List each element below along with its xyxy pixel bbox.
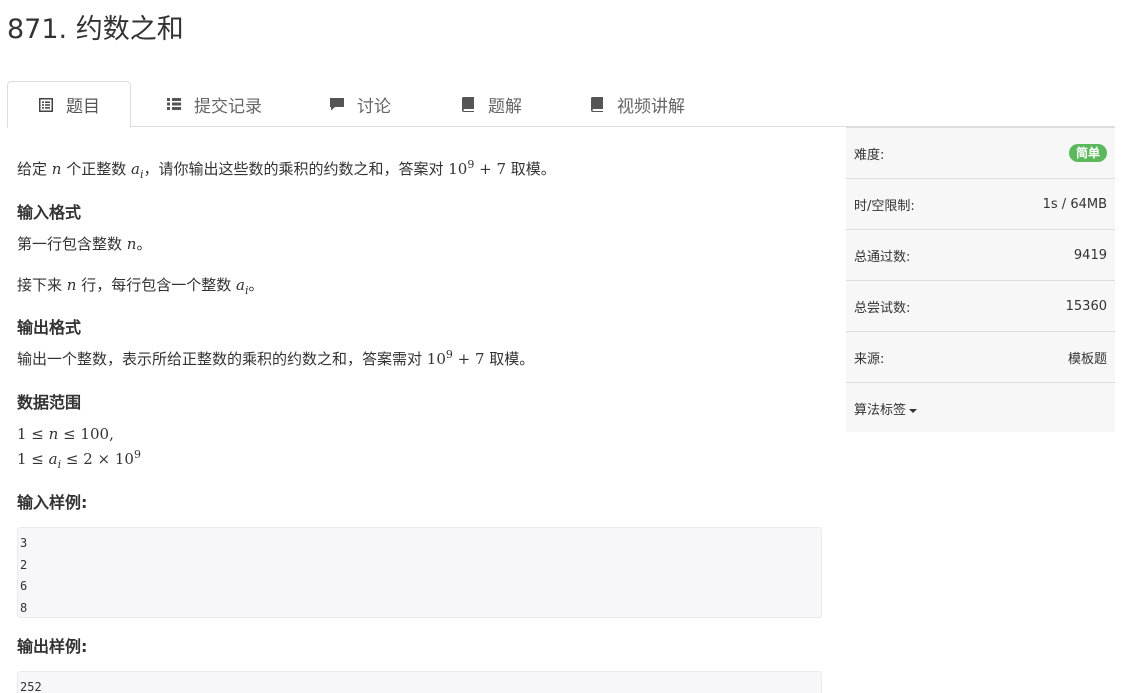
code-line: 2 [20, 557, 28, 572]
sample-output-code[interactable]: 252 [17, 671, 822, 693]
text: 行，每行包含一个整数 [76, 276, 236, 294]
difficulty-label: 难度: [854, 147, 885, 163]
sample-input-code[interactable]: 3 2 6 8 [17, 527, 822, 618]
tab-label: 讨论 [357, 96, 391, 117]
difficulty-badge: 简单 [1068, 144, 1107, 162]
attempts-value: 15360 [1065, 298, 1107, 314]
math-var: n [126, 235, 137, 253]
text: 取模。 [506, 160, 556, 178]
limit-row: 时/空限制: 1s / 64MB [846, 179, 1115, 230]
math-var: a [236, 276, 245, 294]
text: 。 [136, 235, 152, 253]
data-range-line: 1 ≤ n ≤ 100, [17, 422, 114, 446]
difficulty-row: 难度: 简单 [846, 128, 1115, 179]
list-alt-icon [38, 97, 54, 113]
passed-row: 总通过数: 9419 [846, 230, 1115, 281]
math-exponent: 9 [445, 348, 453, 361]
tab-video[interactable]: 视频讲解 [589, 81, 685, 127]
problem-description: 给定 n 个正整数 ai，请你输出这些数的乘积的约数之和，答案对 109 + 7… [17, 157, 556, 181]
output-format-line: 输出一个整数，表示所给正整数的乘积的约数之和，答案需对 109 + 7 取模。 [17, 347, 534, 371]
book-icon [460, 96, 476, 112]
tab-discussion[interactable]: 讨论 [329, 81, 391, 127]
data-range-line: 1 ≤ ai ≤ 2 × 109 [17, 447, 141, 471]
tab-problem[interactable]: 题目 [7, 81, 131, 128]
source-label: 来源: [854, 351, 885, 367]
source-value: 模板题 [1067, 351, 1107, 367]
input-format-line: 接下来 n 行，每行包含一个整数 ai。 [17, 273, 264, 297]
math-var: n [48, 425, 59, 443]
tab-label: 题解 [488, 96, 522, 117]
tags-row: 算法标签 [846, 383, 1115, 434]
attempts-row: 总尝试数: 15360 [846, 281, 1115, 332]
tab-label: 视频讲解 [617, 96, 685, 117]
code-line: 3 [20, 536, 28, 550]
math-num: 10 [448, 160, 468, 178]
math-num: ≤ 100, [58, 425, 114, 443]
text: 个正整数 [61, 160, 131, 178]
caret-down-icon [909, 408, 918, 413]
code-line: 252 [20, 680, 42, 693]
comment-icon [329, 96, 345, 112]
math-num: ≤ 2 × 10 [61, 450, 134, 468]
tags-label: 算法标签 [854, 403, 907, 418]
input-format-line: 第一行包含整数 n。 [17, 232, 151, 256]
data-range-heading: 数据范围 [17, 393, 82, 412]
code-line: 6 [20, 579, 28, 593]
text: 。 [248, 276, 264, 294]
text: 输出一个整数，表示所给正整数的乘积的约数之和，答案需对 [17, 350, 427, 368]
math-num: + 7 [452, 350, 485, 368]
limit-label: 时/空限制: [854, 198, 915, 214]
tab-label: 提交记录 [194, 96, 262, 117]
text: 第一行包含整数 [17, 235, 127, 253]
tab-solutions[interactable]: 题解 [460, 81, 522, 127]
book-icon [589, 96, 605, 112]
math-var: n [51, 160, 62, 178]
list-icon [166, 96, 182, 112]
math-exponent: 9 [133, 448, 141, 461]
math-var: a [131, 160, 140, 178]
problem-page: 871. 约数之和 题目 提交记录 讨论 题解 视频讲解 给定 n 个正整数 a… [0, 0, 1125, 693]
math-num: 10 [426, 350, 446, 368]
passed-value: 9419 [1073, 247, 1107, 263]
tags-dropdown[interactable]: 算法标签 [854, 399, 918, 418]
math-var: a [48, 450, 58, 468]
code-line: 8 [20, 600, 28, 615]
math-num: 1 ≤ [17, 425, 49, 443]
text: 给定 [17, 160, 52, 178]
input-format-heading: 输入格式 [17, 203, 82, 222]
tab-label: 题目 [66, 97, 100, 117]
source-row: 来源: 模板题 [846, 332, 1115, 383]
sample-output-heading: 输出样例: [17, 637, 88, 656]
math-num: + 7 [474, 160, 507, 178]
sample-input-heading: 输入样例: [17, 493, 88, 512]
attempts-label: 总尝试数: [854, 300, 911, 316]
text: 取模。 [484, 350, 535, 368]
tab-submissions[interactable]: 提交记录 [166, 81, 262, 127]
problem-info-sidebar: 难度: 简单 时/空限制: 1s / 64MB 总通过数: 9419 总尝试数:… [846, 127, 1115, 432]
text: 接下来 [17, 276, 67, 294]
text: ，请你输出这些数的乘积的约数之和，答案对 [143, 160, 449, 178]
page-title: 871. 约数之和 [7, 14, 184, 45]
limit-value: 1s / 64MB [1042, 196, 1107, 212]
passed-label: 总通过数: [854, 249, 911, 265]
math-var: n [66, 276, 77, 294]
output-format-heading: 输出格式 [17, 318, 82, 337]
problem-tabs: 题目 提交记录 讨论 题解 视频讲解 [7, 81, 1115, 128]
math-num: 1 ≤ [17, 450, 49, 468]
